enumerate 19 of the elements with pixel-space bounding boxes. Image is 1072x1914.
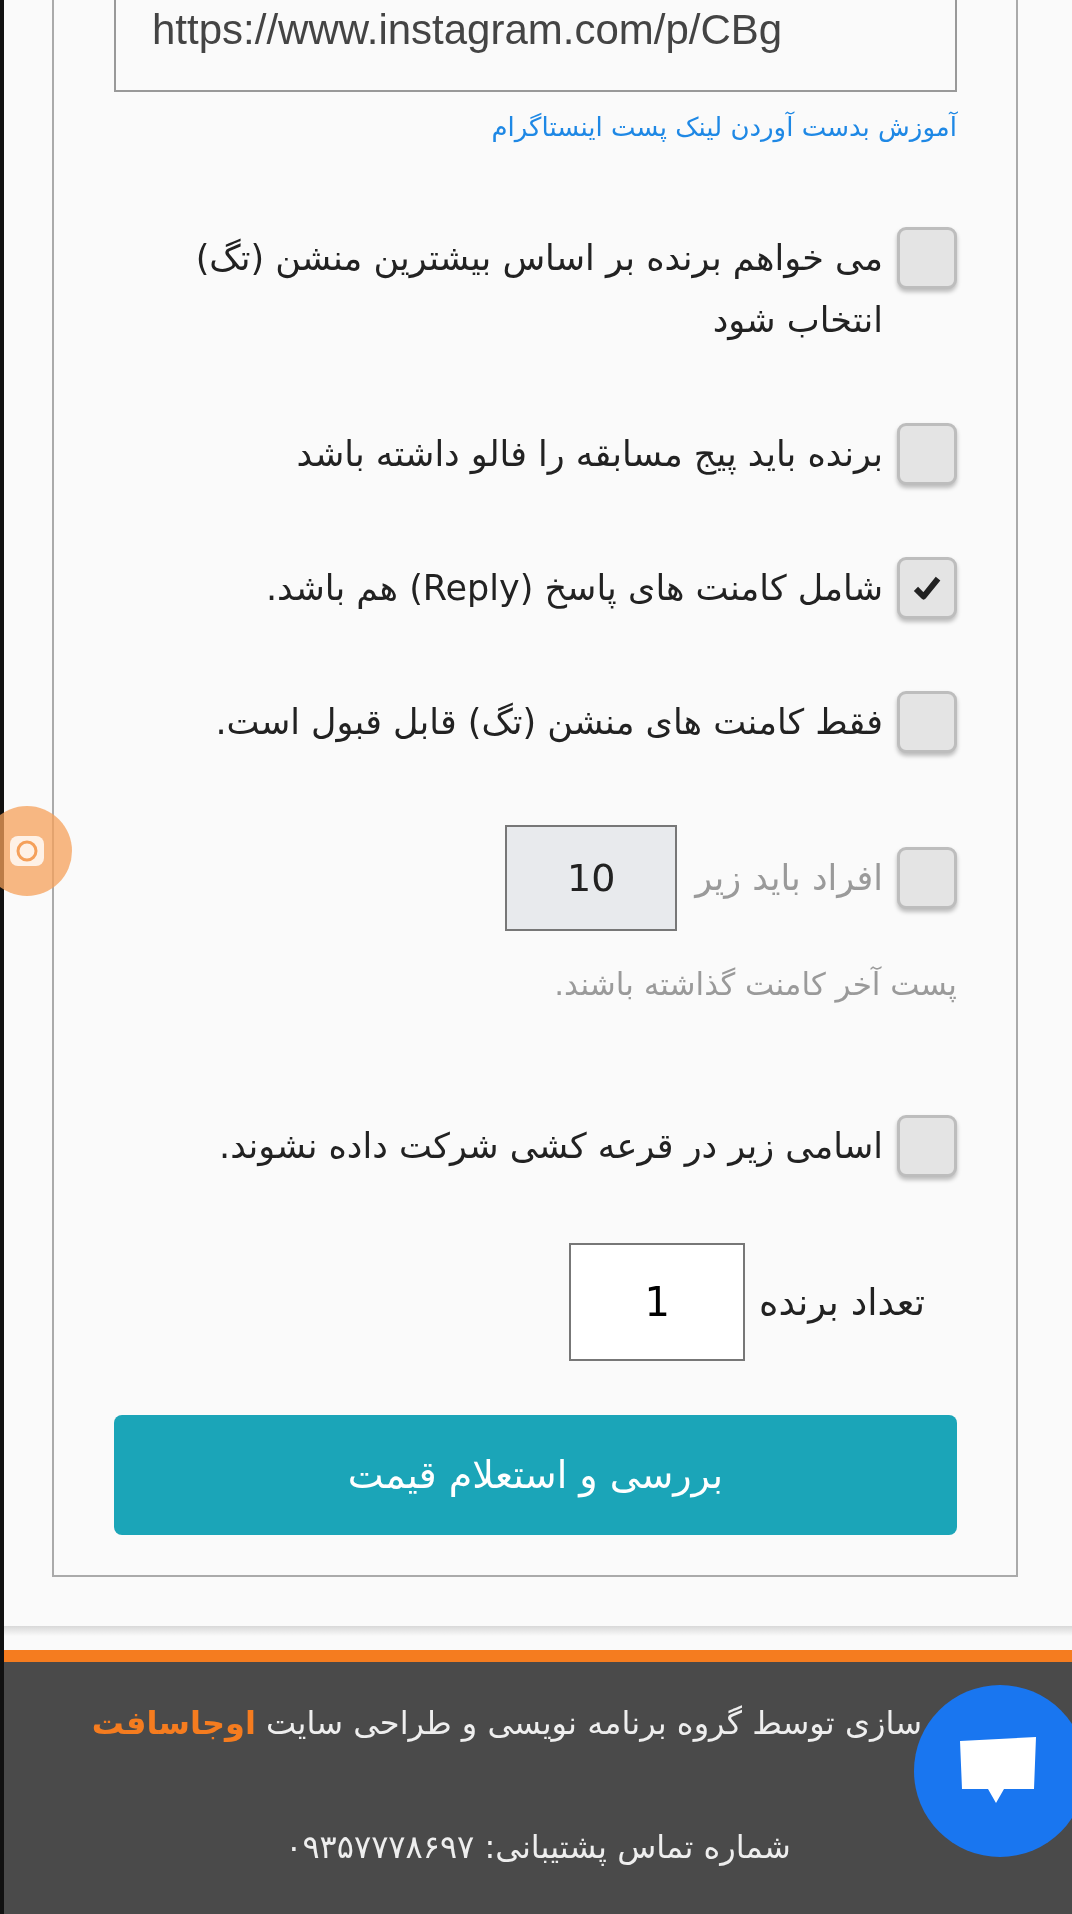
option-label: شامل کامنت های پاسخ (Reply) هم باشد. <box>265 567 883 611</box>
url-field[interactable]: https://www.instagram.com/p/CBg <box>114 0 957 92</box>
checkbox[interactable] <box>897 1115 957 1177</box>
winner-count-field[interactable]: 1 <box>569 1243 746 1361</box>
footer-credit: سازی توسط گروه برنامه نویسی و طراحی سایت اوجاسافت <box>90 1704 922 1742</box>
winner-count-label: تعداد برنده <box>759 1280 925 1324</box>
support-phone: شماره تماس پشتیبانی: ۰۹۳۵۷۷۷۸۶۹۷ <box>284 1828 792 1866</box>
option-label: می خواهم برنده بر اساس بیشترین منشن (تگ) انتخاب شود <box>194 237 883 343</box>
option-label: برنده باید پیج مسابقه را فالو داشته باشد <box>296 433 883 477</box>
checkbox[interactable] <box>897 691 957 753</box>
help-link[interactable]: آموزش بدست آوردن لینک پست اینستاگرام <box>491 112 957 142</box>
option-label: افراد باید زیر <box>695 857 883 901</box>
checkbox[interactable] <box>897 557 957 619</box>
option-label: اسامی زیر در قرعه کشی شرکت داده نشوند. <box>219 1125 883 1169</box>
camera-button[interactable] <box>0 806 72 896</box>
option-label: فقط کامنت های منشن (تگ) قابل قبول است. <box>215 701 883 745</box>
checkbox[interactable] <box>897 423 957 485</box>
checkbox[interactable] <box>897 227 957 289</box>
option-note: پست آخر کامنت گذاشته باشند. <box>553 965 957 1005</box>
